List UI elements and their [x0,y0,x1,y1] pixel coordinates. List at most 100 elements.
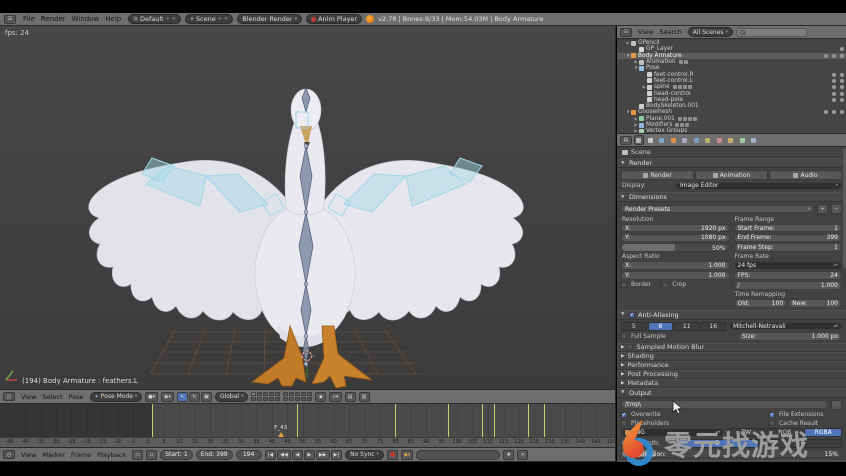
orientation-selector[interactable]: Global ▾ [215,392,248,402]
layer-cell[interactable] [269,397,274,401]
layer-cell[interactable] [301,392,306,396]
animation-button[interactable]: Animation [695,170,768,180]
outliner-menu-view[interactable]: View [635,28,656,36]
scene-selector[interactable]: ◈ Scene + ✕ [185,14,233,24]
keyframe-line[interactable] [395,404,396,437]
compression-slider[interactable]: Compression: 15% [621,449,842,458]
eye-restriction-icon[interactable] [832,79,836,83]
eye-restriction-icon[interactable] [832,85,836,89]
layer-cell[interactable] [307,397,312,401]
anim-player-button[interactable]: Anim Player [306,14,362,24]
screen-layout-selector[interactable]: ▦ Default + ✕ [128,14,181,24]
file-extensions-checkbox[interactable]: ✓ [769,412,775,418]
viewport-3d[interactable]: fps: 24 (194) Body Armature : feathers.L [0,26,616,389]
layer-cell[interactable] [289,397,294,401]
aa-sample-16[interactable]: 16 [701,322,727,331]
layer-cell[interactable] [263,392,268,396]
panel-header-shading[interactable]: ▶Shading [617,352,846,361]
channel-rgba[interactable]: RGBA [804,428,842,437]
jump-to-end-button[interactable]: ▶| [331,450,343,460]
overwrite-checkbox[interactable]: ✓ [621,412,627,418]
end-frame-prop-field[interactable]: End Frame:399 [734,234,843,243]
remap-old-field[interactable]: Old:100 [734,299,788,308]
timeline-canvas[interactable]: F_43 -45-40-35-30-25-20-15-10-5051015202… [0,404,616,447]
aa-sample-11[interactable]: 11 [674,322,700,331]
info-menu-help[interactable]: Help [102,15,124,23]
viewport-menu-select[interactable]: Select [39,393,65,401]
fps-base-field[interactable]: /1.000 [734,281,843,290]
arrow-restriction-icon[interactable] [840,98,844,102]
outliner-menu-search[interactable]: Search [656,28,684,36]
panel-header-output[interactable]: ▼ Output [617,388,846,398]
eye-restriction-icon[interactable] [832,98,836,102]
arrow-restriction-icon[interactable] [832,110,836,114]
file-format-dropdown[interactable]: PNG ▴▾ [621,428,724,437]
keyframe-line[interactable] [494,404,495,437]
active-keying-set-field[interactable] [416,450,500,460]
keying-set-icon[interactable]: ◆▾ [401,450,413,460]
remap-new-field[interactable]: New:100 [788,299,842,308]
tab-physics[interactable] [749,135,759,145]
display-dropdown[interactable]: Image Editor ▾ [676,182,842,191]
arrow-restriction-icon[interactable] [840,79,844,83]
fps-field[interactable]: FPS:24 [734,271,843,280]
insert-keyframe-icon[interactable]: ✚ [503,450,514,460]
arrow-restriction-icon[interactable] [840,85,844,89]
preset-remove-button[interactable]: − [831,204,842,214]
info-menu-window[interactable]: Window [69,15,103,23]
layout-add-icon[interactable]: + [166,16,170,22]
properties-editor-type-icon[interactable]: ▤ [620,136,632,145]
render-opengl-anim-icon[interactable]: ▥ [359,392,370,402]
camera-restriction-icon[interactable] [840,110,844,114]
crop-checkbox[interactable] [662,282,668,288]
layer-cell[interactable] [295,392,300,396]
scene-add-icon[interactable]: + [218,16,222,22]
aa-sample-8[interactable]: 8 [648,322,674,331]
outliner-display-selector[interactable]: All Scenes ▾ [688,27,733,37]
placeholders-checkbox[interactable] [621,420,627,426]
panel-header-dimensions[interactable]: ▼ Dimensions [617,192,846,202]
eye-restriction-icon[interactable] [824,110,828,114]
tab-particles[interactable] [737,135,747,145]
arrow-restriction-icon[interactable] [840,73,844,77]
layer-cell[interactable] [307,392,312,396]
outliner-search-input[interactable] [736,28,808,37]
sync-selector[interactable]: No Sync ▾ [345,450,384,460]
jump-to-next-keyframe-button[interactable]: ▶▶ [316,450,330,460]
tab-material[interactable] [714,135,724,145]
pivot-selector[interactable]: ◉▾ [161,392,174,402]
aa-filter-dropdown[interactable]: Mitchell-Netravali▴▾ [729,322,842,331]
tab-render[interactable] [634,135,644,145]
play-button[interactable]: ▶ [304,450,315,460]
keyframe-line[interactable] [544,404,545,437]
full-sample-checkbox[interactable] [621,333,627,339]
layer-cell[interactable] [275,397,280,401]
layers-grid-1[interactable] [251,392,280,401]
arrow-restriction-icon[interactable] [832,54,836,58]
outliner-editor-type-icon[interactable]: ☷ [620,28,632,37]
resolution-percentage-slider[interactable]: 50% [621,243,730,252]
resolution-y-field[interactable]: Y:1080 px [621,234,730,243]
panel-header-anti-aliasing[interactable]: ▼ ✓ Anti-Aliasing [617,310,846,320]
layer-cell[interactable] [295,397,300,401]
fps-preset-dropdown[interactable]: 24 fps▴▾ [734,261,843,270]
layer-cell[interactable] [283,392,288,396]
lock-time-icon[interactable]: ▫ [146,450,157,460]
jump-to-start-button[interactable]: |◀ [265,450,277,460]
layer-cell[interactable] [269,392,274,396]
current-frame-field[interactable]: 194 [236,450,262,460]
info-menu-render[interactable]: Render [38,15,69,23]
start-frame-prop-field[interactable]: Start Frame:1 [734,224,843,233]
layer-cell[interactable] [275,392,280,396]
timeline-menu-view[interactable]: View [18,451,39,459]
layer-cell[interactable] [289,392,294,396]
depth-16[interactable]: 16 [760,439,843,448]
timeline-ruler[interactable]: -45-40-35-30-25-20-15-10-505101520253035… [0,437,616,447]
frame-step-field[interactable]: Frame Step:1 [734,243,843,252]
shading-selector[interactable]: ●▾ [145,392,158,402]
aspect-x-field[interactable]: X:1.000 [621,261,730,270]
tab-object[interactable] [668,135,678,145]
tab-modifiers[interactable] [691,135,701,145]
layer-cell[interactable] [251,392,256,396]
sampled-motion-blur-checkbox[interactable] [627,344,633,350]
